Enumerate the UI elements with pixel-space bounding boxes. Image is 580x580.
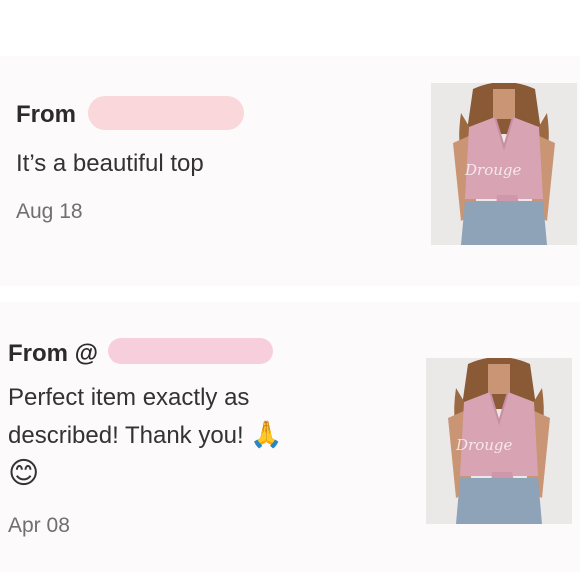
review-date: Apr 08 <box>8 514 70 537</box>
product-image-graphic: Drouge <box>426 358 572 524</box>
review-card: From It’s a beautiful top Aug 18 Drouge <box>0 56 580 286</box>
redacted-username <box>88 96 244 130</box>
watermark: Drouge <box>464 161 521 179</box>
smile-emoji-icon: 😊 <box>8 457 40 490</box>
watermark: Drouge <box>455 436 512 454</box>
review-date: Aug 18 <box>16 200 83 223</box>
product-photo[interactable]: Drouge <box>426 358 572 524</box>
review-message: It’s a beautiful top <box>16 150 204 177</box>
pray-emoji-icon: 🙏 <box>250 419 283 449</box>
review-message-line: Perfect item exactly as <box>8 384 250 411</box>
review-message: Perfect item exactly as described! Thank… <box>8 380 283 494</box>
redacted-username <box>108 338 273 364</box>
review-message-line: described! Thank you! 🙏 <box>8 416 283 454</box>
review-card: From @ Perfect item exactly as described… <box>0 302 580 572</box>
review-from-label: From @ <box>8 340 99 367</box>
review-from-label: From <box>16 101 76 128</box>
review-message-text: described! Thank you! <box>8 422 244 449</box>
product-photo[interactable]: Drouge <box>431 83 577 245</box>
product-image-graphic: Drouge <box>431 83 577 245</box>
